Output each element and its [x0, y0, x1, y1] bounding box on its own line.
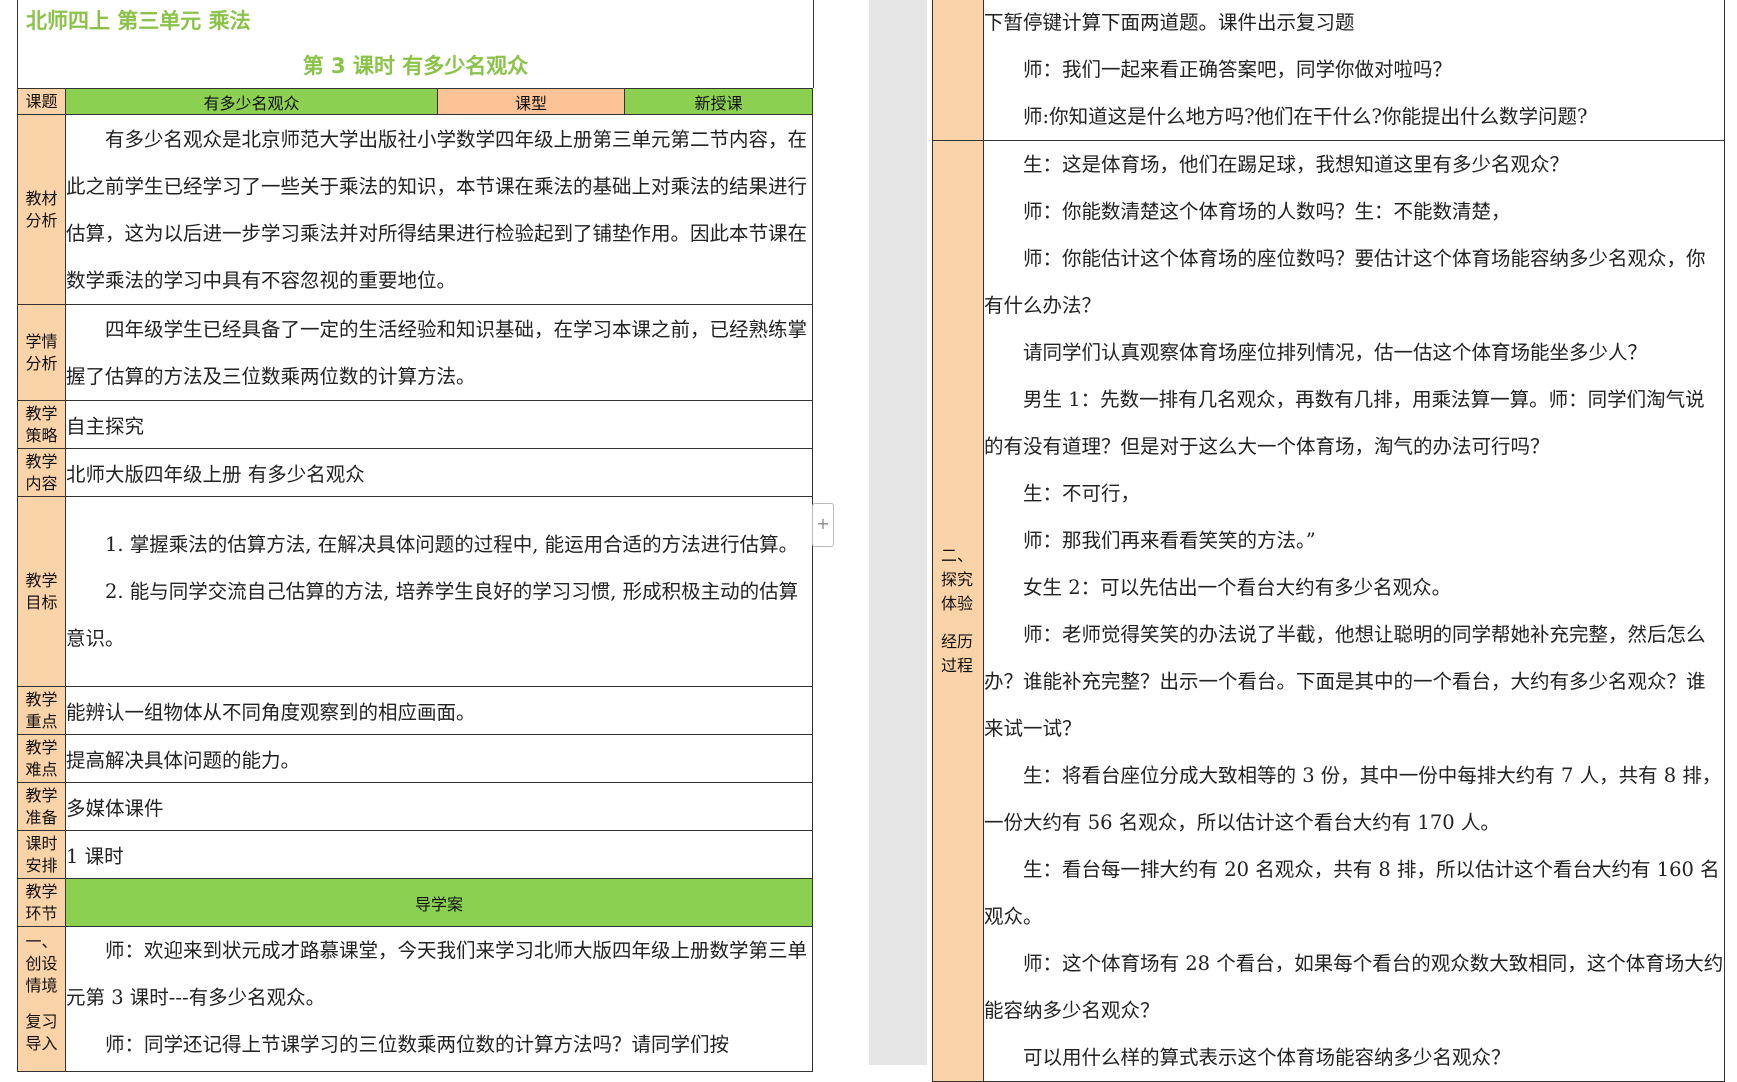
content-text: 北师大版四年级上册 有多少名观众	[65, 448, 813, 497]
explore-paragraph: 师：你能估计这个体育场的座位数吗？要估计这个体育场能容纳多少名观众，你有什么办法…	[984, 247, 1706, 317]
students-text: 四年级学生已经具备了一定的生活经验和知识基础，在学习本课之前，已经熟练掌握了估算…	[66, 317, 808, 388]
goal-item: 2. 能与同学交流自己估算的方法, 培养学生良好的学习习惯, 形成积极主动的估算…	[66, 580, 799, 650]
expand-handle[interactable]: +	[812, 503, 834, 547]
lesson-plan-table: 课题 有多少名观众 课型 新授课 教材分析 有多少名观众是北京师范大学出版社小学…	[17, 88, 813, 1072]
content-label-text: 教学内容	[25, 451, 58, 493]
intro-label: 一、创设情境 复习导入	[17, 926, 66, 1072]
section-title: 导学案	[65, 878, 813, 927]
goals-cell: 1. 掌握乘法的估算方法, 在解决具体问题的过程中, 能运用合适的方法进行估算。…	[65, 496, 813, 687]
explore-paragraph: 生：看台每一排大约有 20 名观众，共有 8 排，所以估计这个看台大约有 160…	[984, 858, 1720, 928]
review-continued-cell: 下暂停键计算下面两道题。课件出示复习题 师：我们一起来看正确答案吧，同学你做对啦…	[983, 0, 1725, 141]
prep-label-text: 教学准备	[25, 785, 58, 827]
prep-row: 教学准备 多媒体课件	[17, 782, 813, 831]
key-row: 教学重点 能辨认一组物体从不同角度观察到的相应画面。	[17, 686, 813, 735]
explore-paragraph: 师：老师觉得笑笑的办法说了半截，他想让聪明的同学帮她补充完整，然后怎么办？谁能补…	[984, 623, 1706, 740]
type-label: 课型	[437, 88, 625, 115]
prep-text: 多媒体课件	[65, 782, 813, 831]
explore-paragraph: 师：这个体育场有 28 个看台，如果每个看台的观众数大致相同，这个体育场大约能容…	[984, 952, 1724, 1022]
lesson-plan-table-continued: 下暂停键计算下面两道题。课件出示复习题 师：我们一起来看正确答案吧，同学你做对啦…	[932, 0, 1725, 1082]
difficulty-label-text: 教学难点	[25, 737, 58, 779]
intro-paragraph: 师：欢迎来到状元成才路慕课堂，今天我们来学习北师大版四年级上册数学第三单元第 3…	[66, 939, 808, 1009]
explore-label2-text: 经历过程	[941, 632, 974, 675]
textbook-row: 教材分析 有多少名观众是北京师范大学出版社小学数学四年级上册第三单元第二节内容，…	[17, 114, 813, 305]
explore-paragraph: 生：将看台座位分成大致相等的 3 份，其中一份中每排大约有 7 人，共有 8 排…	[984, 764, 1722, 834]
review-continued-row: 下暂停键计算下面两道题。课件出示复习题 师：我们一起来看正确答案吧，同学你做对啦…	[932, 0, 1725, 141]
textbook-label: 教材分析	[17, 114, 66, 305]
goal-item: 1. 掌握乘法的估算方法, 在解决具体问题的过程中, 能运用合适的方法进行估算。	[105, 533, 799, 556]
content-row: 教学内容 北师大版四年级上册 有多少名观众	[17, 448, 813, 497]
review-paragraph: 师:你知道这是什么地方吗?他们在干什么?你能提出什么数学问题?	[1023, 105, 1588, 128]
lesson-title: 第 3 课时 有多少名观众	[302, 54, 529, 78]
page-gutter	[869, 0, 927, 1065]
goals-label-text: 教学目标	[25, 570, 58, 612]
intro-label-text: 一、创设情境	[25, 932, 58, 995]
review-continued-label	[932, 0, 984, 141]
intro-row: 一、创设情境 复习导入 师：欢迎来到状元成才路慕课堂，今天我们来学习北师大版四年…	[17, 926, 813, 1072]
prep-label: 教学准备	[17, 782, 66, 831]
review-paragraph: 下暂停键计算下面两道题。课件出示复习题	[984, 11, 1355, 34]
time-label: 课时安排	[17, 830, 66, 879]
topic-value: 有多少名观众	[65, 88, 438, 115]
unit-title: 北师四上 第三单元 乘法	[26, 9, 251, 33]
explore-row: 二、探究体验 经历过程 生：这是体育场，他们在踢足球，我想知道这里有多少名观众？…	[932, 140, 1725, 1082]
explore-paragraph: 男生 1：先数一排有几名观众，再数有几排，用乘法算一算。师：同学们淘气说的有没有…	[984, 388, 1705, 458]
key-text: 能辨认一组物体从不同角度观察到的相应画面。	[65, 686, 813, 735]
explore-paragraph: 师：那我们再来看看笑笑的方法。”	[1023, 529, 1316, 552]
explore-paragraph: 师：你能数清楚这个体育场的人数吗？生：不能数清楚，	[1023, 200, 1511, 223]
explore-paragraph: 请同学们认真观察体育场座位排列情况，估一估这个体育场能坐多少人？	[1023, 341, 1648, 364]
topic-label: 课题	[17, 88, 66, 115]
textbook-label-text: 教材分析	[25, 188, 58, 230]
topic-row: 课题 有多少名观众 课型 新授课	[17, 88, 813, 115]
intro-paragraph: 师：同学还记得上节课学习的三位数乘两位数的计算方法吗？请同学们按	[105, 1033, 730, 1056]
explore-paragraph: 生：不可行，	[1023, 482, 1141, 505]
explore-paragraph: 生：这是体育场，他们在踢足球，我想知道这里有多少名观众？	[1023, 153, 1570, 176]
students-label-text: 学情分析	[25, 331, 58, 373]
difficulty-text: 提高解决具体问题的能力。	[65, 734, 813, 783]
students-label: 学情分析	[17, 304, 66, 401]
explore-label: 二、探究体验 经历过程	[932, 140, 984, 1082]
strategy-row: 教学策略 自主探究	[17, 400, 813, 449]
content-label: 教学内容	[17, 448, 66, 497]
students-text-cell: 四年级学生已经具备了一定的生活经验和知识基础，在学习本课之前，已经熟练掌握了估算…	[65, 304, 813, 401]
textbook-text-cell: 有多少名观众是北京师范大学出版社小学数学四年级上册第三单元第二节内容，在此之前学…	[65, 114, 813, 305]
goals-row: 教学目标 1. 掌握乘法的估算方法, 在解决具体问题的过程中, 能运用合适的方法…	[17, 496, 813, 687]
explore-paragraph: 女生 2：可以先估出一个看台大约有多少名观众。	[1023, 576, 1452, 599]
goals-label: 教学目标	[17, 496, 66, 687]
section-label-text: 教学环节	[25, 881, 58, 923]
time-row: 课时安排 1 课时	[17, 830, 813, 879]
explore-label-text: 二、探究体验	[941, 546, 974, 613]
students-row: 学情分析 四年级学生已经具备了一定的生活经验和知识基础，在学习本课之前，已经熟练…	[17, 304, 813, 401]
review-paragraph: 师：我们一起来看正确答案吧，同学你做对啦吗？	[1023, 58, 1453, 81]
explore-paragraph: 可以用什么样的算式表示这个体育场能容纳多少名观众？	[1023, 1046, 1511, 1069]
explore-cell: 生：这是体育场，他们在踢足球，我想知道这里有多少名观众？ 师：你能数清楚这个体育…	[983, 140, 1725, 1082]
difficulty-row: 教学难点 提高解决具体问题的能力。	[17, 734, 813, 783]
section-row: 教学环节 导学案	[17, 878, 813, 927]
intro-cell: 师：欢迎来到状元成才路慕课堂，今天我们来学习北师大版四年级上册数学第三单元第 3…	[65, 926, 813, 1072]
intro-label2-text: 复习导入	[25, 1012, 58, 1053]
time-text: 1 课时	[65, 830, 813, 879]
time-label-text: 课时安排	[25, 833, 58, 875]
textbook-text: 有多少名观众是北京师范大学出版社小学数学四年级上册第三单元第二节内容，在此之前学…	[66, 127, 808, 292]
strategy-text: 自主探究	[65, 400, 813, 449]
strategy-label: 教学策略	[17, 400, 66, 449]
document-header: 北师四上 第三单元 乘法 第 3 课时 有多少名观众	[17, 0, 814, 88]
key-label: 教学重点	[17, 686, 66, 735]
section-label: 教学环节	[17, 878, 66, 927]
key-label-text: 教学重点	[25, 689, 58, 731]
difficulty-label: 教学难点	[17, 734, 66, 783]
type-value: 新授课	[624, 88, 813, 115]
strategy-label-text: 教学策略	[25, 403, 58, 445]
